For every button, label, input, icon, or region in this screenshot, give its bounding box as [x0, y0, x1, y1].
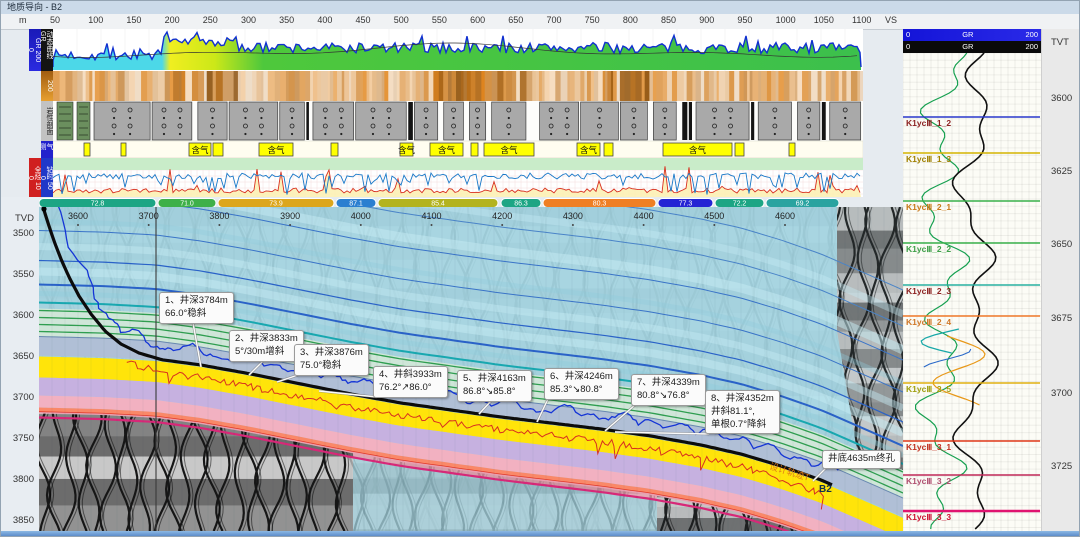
- formation-top-label: K1ycⅢ_3_3: [906, 512, 951, 523]
- svg-text:4600: 4600: [775, 211, 795, 221]
- gr-track-label: 动态曲线GR: [41, 29, 53, 71]
- ruler-tick: 450: [356, 15, 371, 25]
- svg-text:4000: 4000: [351, 211, 371, 221]
- ruler-tick: 1100: [852, 15, 871, 25]
- tvt-tick: 3675: [1051, 313, 1072, 324]
- tvd-tick: 3750: [13, 433, 34, 444]
- tvd-tick: 3500: [13, 228, 34, 239]
- svg-text:3900: 3900: [280, 211, 300, 221]
- svg-text:4400: 4400: [634, 211, 654, 221]
- svg-text:3600: 3600: [68, 211, 88, 221]
- tvt-tick: 3650: [1051, 239, 1072, 250]
- window-title: 地质导向 - B2: [1, 1, 1080, 14]
- total-hydrocarbon-scale-bar: 全烃 100: [29, 158, 41, 197]
- tvd-axis-label: TVD: [15, 213, 34, 224]
- tvd-axis: TVD 3500 3550 3600 3650 3700 3750 3800 3850: [1, 197, 39, 531]
- formation-top-label: K1ycⅢ_2_2: [906, 244, 951, 255]
- tvd-tick: 3850: [13, 515, 34, 526]
- ruler-unit: m: [19, 15, 27, 25]
- horizontal-scrollbar[interactable]: [1, 531, 1080, 537]
- gr-scale-header-black: 0GR200: [903, 41, 1041, 53]
- formation-top-label: K1ycⅢ_1_2: [906, 118, 951, 129]
- well-name-label: B2: [819, 484, 832, 495]
- log-tracks-canvas[interactable]: 含气 含气 含气 含气 含气 含气 含气: [53, 29, 863, 197]
- tvt-tick: 3600: [1051, 93, 1072, 104]
- ruler-tick: 150: [126, 15, 141, 25]
- svg-text:4500: 4500: [704, 211, 724, 221]
- svg-text:3800: 3800: [209, 211, 229, 221]
- ruler-tick: 300: [241, 15, 256, 25]
- svg-text:4300: 4300: [563, 211, 583, 221]
- formation-top-label: K1ycⅢ_2_5: [906, 384, 951, 395]
- ruler-tick: 900: [699, 15, 714, 25]
- gas-track-label: 气测0: [41, 141, 53, 158]
- svg-text:含气: 含气: [267, 145, 285, 155]
- ruler-tick: 50: [50, 15, 60, 25]
- tvd-tick: 3650: [13, 351, 34, 362]
- tvd-tick: 3550: [13, 269, 34, 280]
- svg-text:4100: 4100: [421, 211, 441, 221]
- formation-top-label: K1ycⅢ_2_3: [906, 286, 951, 297]
- tvt-axis: TVT 3600 3625 3650 3675 3700 3725: [1041, 29, 1080, 531]
- ruler-tick: 1050: [814, 15, 834, 25]
- ruler-tick: 700: [546, 15, 561, 25]
- ruler-tick: 400: [317, 15, 332, 25]
- ruler-tick: 1000: [776, 15, 796, 25]
- ruler-tick: 800: [623, 15, 638, 25]
- vd-scale-bar: 200: [41, 71, 53, 101]
- formation-top-label: K1ycⅢ_3_1: [906, 442, 951, 453]
- tvd-tick: 3700: [13, 392, 34, 403]
- ruler-tick: 550: [432, 15, 447, 25]
- ruler-tick: 850: [661, 15, 676, 25]
- gr-scale-header-blue: 0GR200: [903, 29, 1041, 41]
- lith-track-label: 岩性剖面: [41, 101, 53, 141]
- cross-section-canvas[interactable]: 3600 3700 3800 3900 4000 4100 4200 4300 4400 4500…: [39, 207, 903, 531]
- tvt-tick: 3700: [1051, 388, 1072, 399]
- gr-scale-bar: GR 2000: [29, 29, 41, 71]
- svg-text:含气: 含气: [580, 145, 598, 155]
- ruler-vs-label: VS: [885, 15, 897, 25]
- ruler-tick: 600: [470, 15, 485, 25]
- ruler-tick: 350: [279, 15, 294, 25]
- ruler-tick: 750: [585, 15, 600, 25]
- formation-top-label: K1ycⅢ_1_3: [906, 154, 951, 165]
- svg-text:含气: 含气: [398, 145, 416, 155]
- svg-text:含气: 含气: [689, 145, 707, 155]
- top-ruler: m VS 50 100 150 200 250 300 350 400 450 500 550 600…: [1, 14, 1080, 30]
- ruler-tick: 250: [203, 15, 218, 25]
- geosteering-window: 地质导向 - B2 m VS 50 100 150 200 250 300 350 400 45…: [0, 0, 1080, 537]
- ruler-tick: 200: [165, 15, 180, 25]
- tvd-tick: 3800: [13, 474, 34, 485]
- ruler-tick: 500: [394, 15, 409, 25]
- svg-text:含气: 含气: [191, 145, 209, 155]
- tvd-tick: 3600: [13, 310, 34, 321]
- ruler-tick: 100: [88, 15, 103, 25]
- ruler-tick: 950: [737, 15, 752, 25]
- formation-top-label: K1ycⅢ_3_2: [906, 476, 951, 487]
- svg-text:含气: 含气: [438, 145, 456, 155]
- tvt-tick: 3625: [1051, 166, 1072, 177]
- ruler-tick: 650: [508, 15, 523, 25]
- formation-top-label: K1ycⅢ_2_4: [906, 317, 951, 328]
- tvt-gr-panel[interactable]: 0GR200 0GR200 K1ycⅢ_1_2 K1ycⅢ_1_3 K1ycⅢ_2_…: [903, 29, 1041, 531]
- formation-top-label: K1ycⅢ_2_1: [906, 202, 951, 213]
- svg-text:4200: 4200: [492, 211, 512, 221]
- tvt-axis-label: TVT: [1051, 37, 1069, 48]
- svg-text:含气: 含气: [500, 145, 518, 155]
- tvt-tick: 3725: [1051, 461, 1072, 472]
- svg-text:3700: 3700: [139, 211, 159, 221]
- drilling-time-scale-bar: 钻时 500: [41, 158, 53, 197]
